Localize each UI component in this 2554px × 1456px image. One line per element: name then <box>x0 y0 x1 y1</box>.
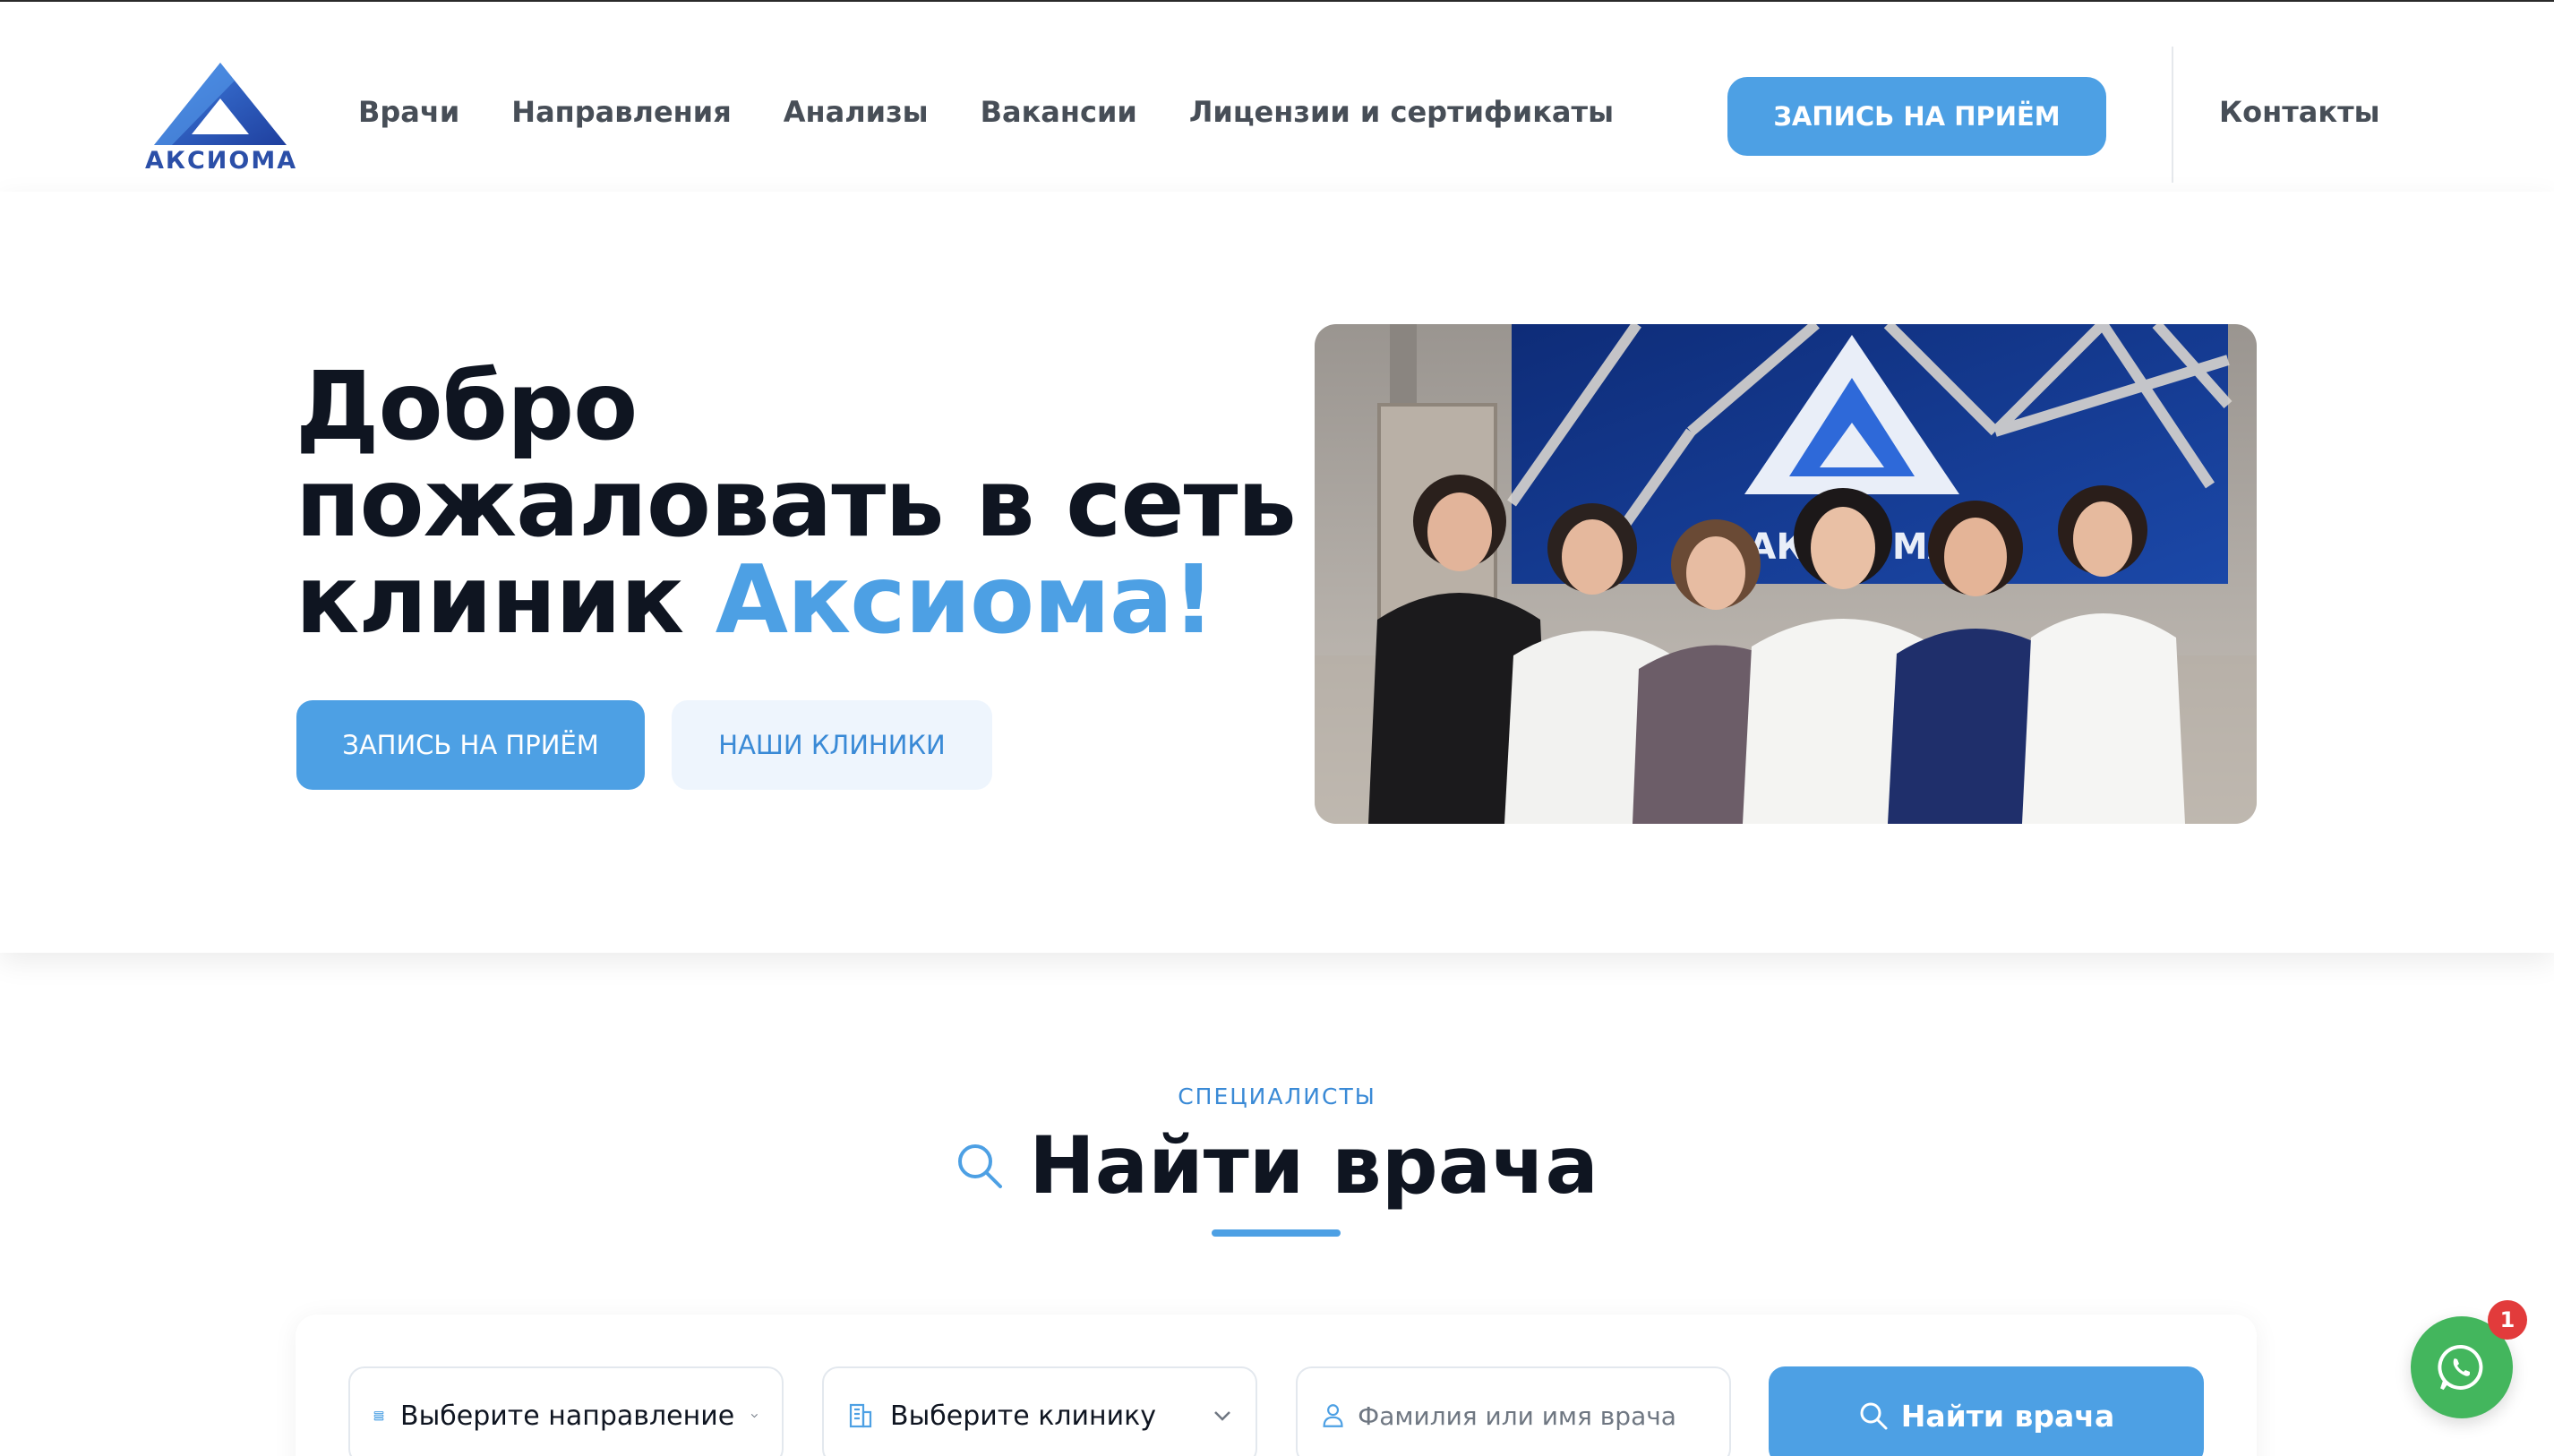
section-title-row: Найти врача <box>0 1119 2554 1212</box>
doctor-name-input[interactable] <box>1358 1400 1706 1431</box>
hero-section: Добро пожаловать в сеть клиник Аксиома! … <box>0 192 2554 953</box>
section-title: Найти врача <box>1029 1119 1598 1212</box>
nav-item-contacts[interactable]: Контакты <box>2219 95 2380 129</box>
direction-select-label: Выберите направление <box>400 1400 735 1432</box>
list-icon <box>373 1411 384 1421</box>
header-divider <box>2172 47 2173 183</box>
nav-item-licenses[interactable]: Лицензии и сертификаты <box>1189 95 1614 129</box>
nav-item-tests[interactable]: Анализы <box>784 95 929 129</box>
hero-title-line3: клиник <box>296 545 716 655</box>
hero-title-line1: Добро <box>296 352 638 461</box>
find-doctor-button-label: Найти врача <box>1900 1398 2115 1434</box>
axioma-logo-icon <box>154 63 287 145</box>
building-icon <box>849 1403 872 1428</box>
hero-appointment-button[interactable]: ЗАПИСЬ НА ПРИЁМ <box>296 700 645 790</box>
direction-select[interactable]: Выберите направление <box>348 1366 784 1456</box>
chevron-down-icon <box>751 1414 758 1418</box>
clinic-select[interactable]: Выберите клинику <box>822 1366 1257 1456</box>
team-photo: АКСИОМА <box>1315 324 2257 824</box>
main-nav: Врачи Направления Анализы Вакансии Лицен… <box>358 95 1614 129</box>
header-appointment-button[interactable]: ЗАПИСЬ НА ПРИЁМ <box>1727 77 2106 156</box>
chevron-down-icon <box>1214 1411 1230 1421</box>
search-icon <box>958 1143 1003 1188</box>
clinic-select-label: Выберите клинику <box>890 1400 1157 1432</box>
user-icon <box>1323 1404 1343 1427</box>
whatsapp-icon <box>2438 1344 2483 1391</box>
brand-logo[interactable]: АКСИОМА <box>145 59 298 175</box>
hero-title-accent: Аксиома! <box>715 545 1215 655</box>
hero-title: Добро пожаловать в сеть клиник Аксиома! <box>296 358 1298 648</box>
search-icon <box>1860 1402 1888 1430</box>
doctor-name-field[interactable] <box>1296 1366 1731 1456</box>
nav-item-vacancies[interactable]: Вакансии <box>981 95 1137 129</box>
our-clinics-button[interactable]: НАШИ КЛИНИКИ <box>672 700 992 790</box>
section-kicker: СПЕЦИАЛИСТЫ <box>1178 1083 1376 1109</box>
title-underline <box>1212 1229 1341 1237</box>
notification-badge: 1 <box>2488 1300 2527 1340</box>
hero-title-line2: пожаловать в сеть <box>296 449 1297 558</box>
team-photo-illustration: АКСИОМА <box>1315 324 2257 824</box>
site-header: АКСИОМА Врачи Направления Анализы Ваканс… <box>0 2 2554 192</box>
brand-name: АКСИОМА <box>145 147 298 175</box>
find-doctor-button[interactable]: Найти врача <box>1769 1366 2204 1456</box>
nav-item-directions[interactable]: Направления <box>511 95 731 129</box>
nav-item-doctors[interactable]: Врачи <box>358 95 459 129</box>
